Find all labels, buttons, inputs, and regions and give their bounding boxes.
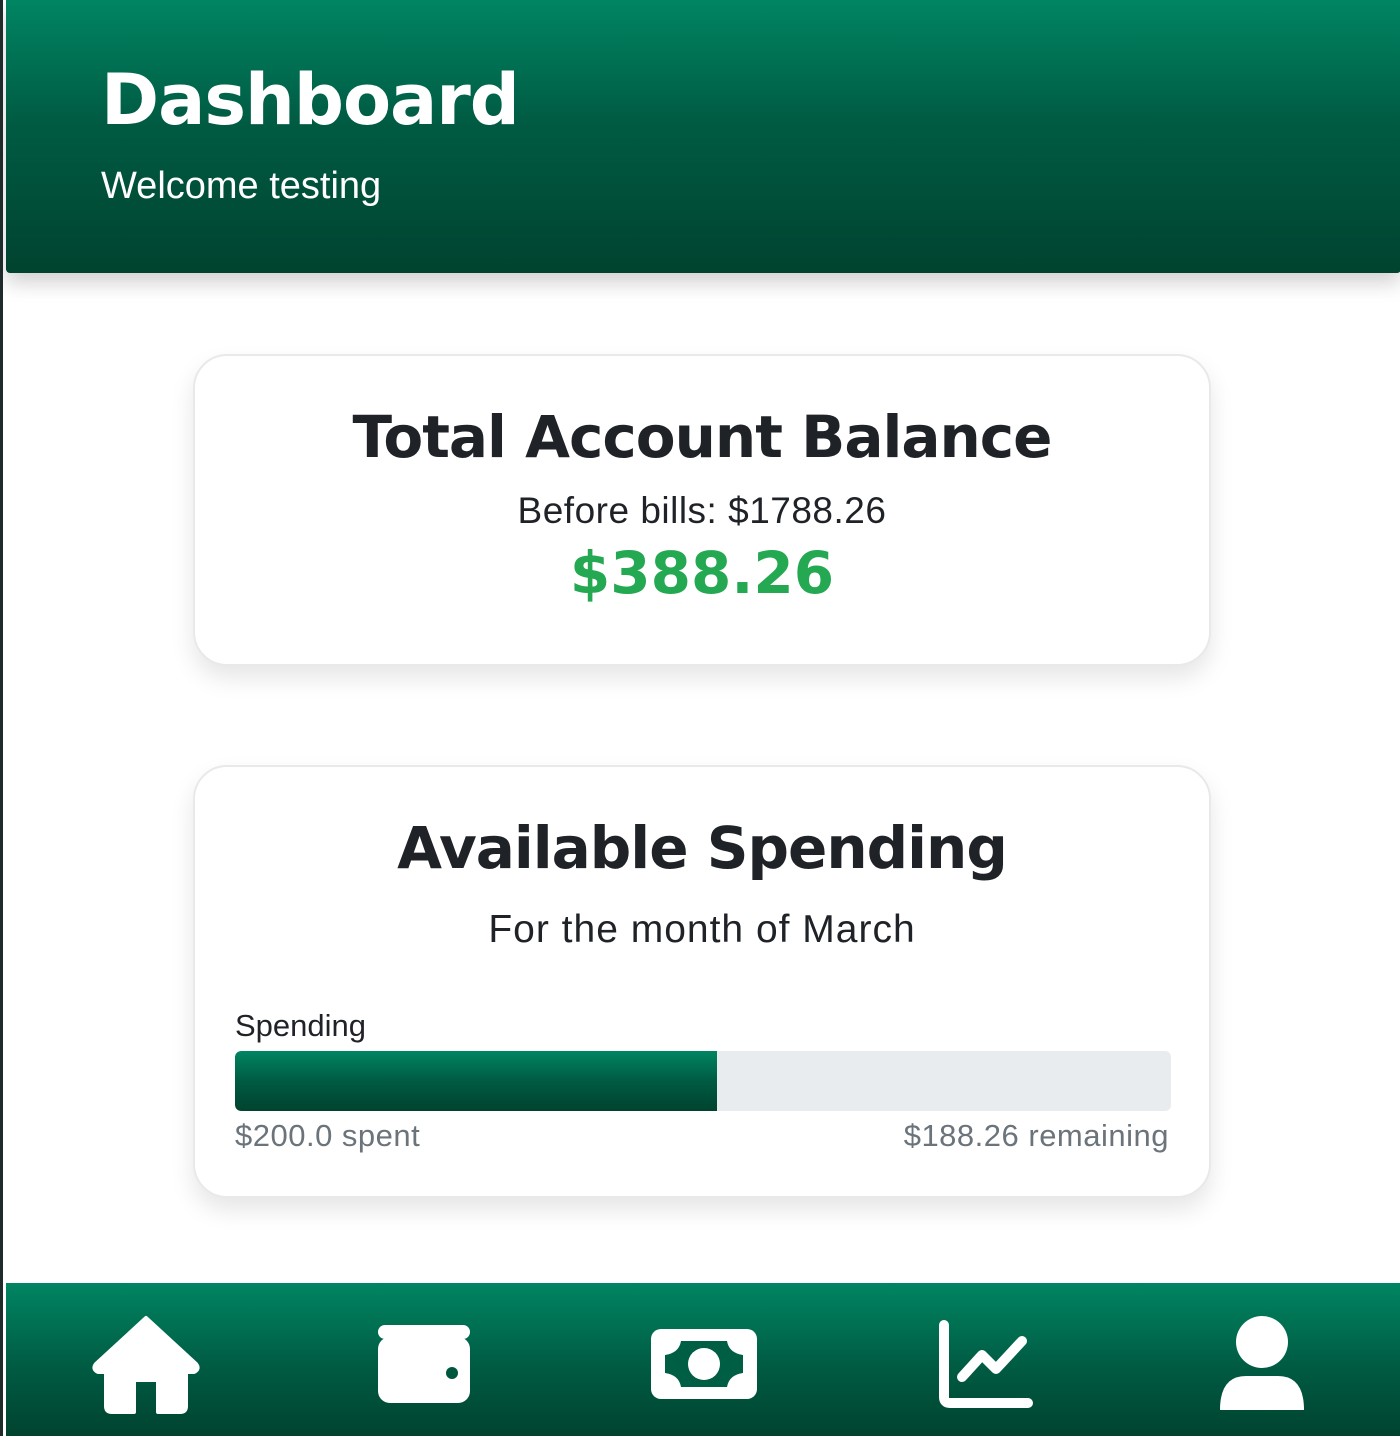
month-subtitle: For the month of March <box>488 908 916 951</box>
balance-amount: $388.26 <box>569 539 835 607</box>
progress-label: Spending <box>235 1008 367 1043</box>
chart-line-icon <box>939 1320 1033 1408</box>
spending-progress-fill <box>235 1051 718 1111</box>
home-icon <box>92 1316 200 1414</box>
nav-money-button[interactable] <box>644 1309 764 1419</box>
remaining-amount: $188.26 remaining <box>903 1118 1169 1153</box>
spending-card: Available Spending For the month of Marc… <box>193 765 1211 1198</box>
nav-home-button[interactable] <box>86 1309 206 1419</box>
balance-card: Total Account Balance Before bills: $178… <box>193 354 1211 666</box>
page-title: Dashboard <box>101 59 520 141</box>
nav-profile-button[interactable] <box>1202 1309 1322 1419</box>
before-bills-text: Before bills: $1788.26 <box>517 490 887 531</box>
wallet-icon <box>378 1325 470 1403</box>
header-banner: Dashboard Welcome testing <box>6 0 1400 273</box>
bottom-nav <box>6 1283 1400 1436</box>
spending-card-title: Available Spending <box>397 814 1008 882</box>
app-frame: Dashboard Welcome testing Total Account … <box>0 0 1400 1436</box>
money-bill-icon <box>651 1329 757 1399</box>
spent-amount: $200.0 spent <box>235 1118 421 1153</box>
welcome-message: Welcome testing <box>101 165 382 207</box>
nav-wallet-button[interactable] <box>364 1309 484 1419</box>
spending-progress-bar <box>235 1051 1171 1111</box>
balance-card-title: Total Account Balance <box>352 403 1052 471</box>
user-icon <box>1220 1316 1304 1410</box>
nav-analytics-button[interactable] <box>924 1309 1044 1419</box>
